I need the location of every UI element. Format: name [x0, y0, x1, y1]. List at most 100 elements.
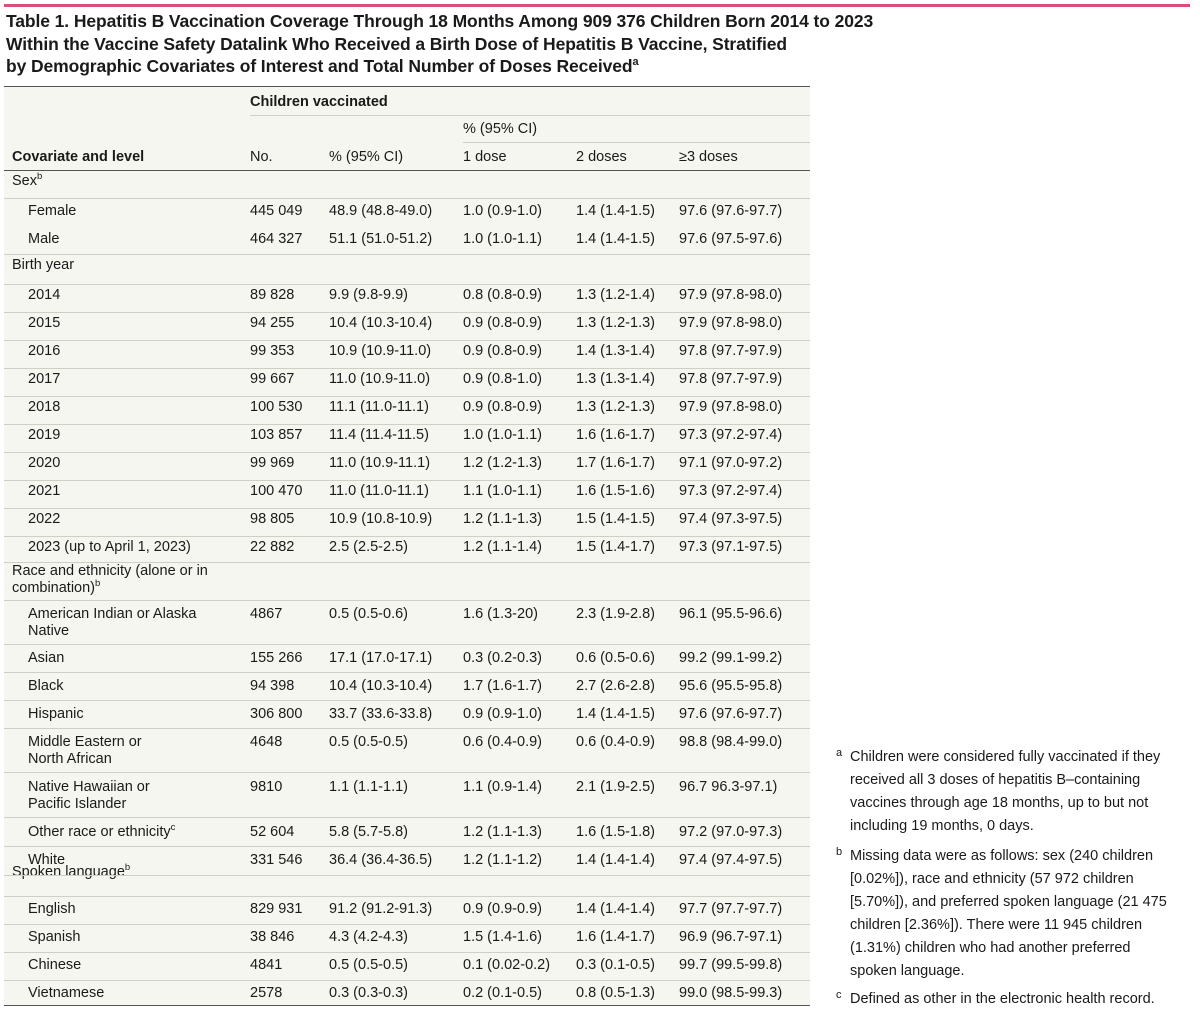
cell-pct: 17.1 (17.0-17.1): [329, 650, 433, 666]
cell-pct: 91.2 (91.2-91.3): [329, 901, 433, 917]
cell-pct: 0.5 (0.5-0.5): [329, 957, 408, 973]
cell-d3: 97.8 (97.7-97.9): [679, 371, 783, 387]
row-divider: [4, 817, 810, 818]
cell-no: 94 398: [250, 678, 295, 694]
cell-d1: 1.0 (1.0-1.1): [463, 427, 542, 443]
cell-d3: 97.4 (97.4-97.5): [679, 852, 783, 868]
cell-d3: 97.9 (97.8-98.0): [679, 287, 783, 303]
cell-no: 38 846: [250, 929, 295, 945]
cell-pct: 2.5 (2.5-2.5): [329, 539, 408, 555]
cell-pct: 10.4 (10.3-10.4): [329, 315, 433, 331]
row-divider: [4, 600, 810, 601]
cell-d3: 99.7 (99.5-99.8): [679, 957, 783, 973]
cell-d2: 1.7 (1.6-1.7): [576, 455, 655, 471]
row-divider: [4, 198, 810, 199]
section-sex: Sexb: [12, 171, 43, 189]
row-divider: [4, 480, 810, 481]
row-label: Middle Eastern or North African: [28, 734, 142, 767]
cell-d2: 1.4 (1.3-1.4): [576, 343, 655, 359]
cell-no: 52 604: [250, 824, 295, 840]
cell-pct: 10.9 (10.8-10.9): [329, 511, 433, 527]
row-divider: [4, 254, 810, 255]
cell-d2: 2.3 (1.9-2.8): [576, 606, 655, 622]
footnote-a: a Children were considered fully vaccinat…: [836, 747, 1161, 834]
row-divider: [4, 728, 810, 729]
cell-d1: 1.1 (1.0-1.1): [463, 483, 542, 499]
cell-d1: 0.9 (0.8-0.9): [463, 399, 542, 415]
cell-pct: 10.9 (10.9-11.0): [329, 343, 432, 359]
cell-d3: 97.6 (97.5-97.6): [679, 231, 783, 247]
cell-d1: 0.8 (0.8-0.9): [463, 287, 542, 303]
row-divider: [4, 536, 810, 537]
cell-no: 9810: [250, 779, 283, 795]
row-divider: [4, 562, 810, 563]
cell-no: 445 049: [250, 203, 303, 219]
row-label: Hispanic: [28, 706, 84, 722]
cell-pct: 4.3 (4.2-4.3): [329, 929, 408, 945]
header-2doses: 2 doses: [576, 149, 627, 165]
row-divider: [4, 340, 810, 341]
cell-d3: 96.1 (95.5-96.6): [679, 606, 783, 622]
row-divider: [4, 980, 810, 981]
cell-pct: 33.7 (33.6-33.8): [329, 706, 433, 722]
cell-d3: 97.9 (97.8-98.0): [679, 399, 783, 415]
row-label: Asian: [28, 650, 65, 666]
cell-d3: 97.2 (97.0-97.3): [679, 824, 783, 840]
cell-d3: 96.7 96.3-97.1): [679, 779, 778, 795]
row-label: Black: [28, 678, 64, 694]
cell-d1: 0.9 (0.9-0.9): [463, 901, 542, 917]
cell-d3: 97.1 (97.0-97.2): [679, 455, 783, 471]
cell-d1: 0.9 (0.8-1.0): [463, 371, 542, 387]
cell-no: 103 857: [250, 427, 303, 443]
cell-d3: 95.6 (95.5-95.8): [679, 678, 783, 694]
cell-pct: 0.5 (0.5-0.6): [329, 606, 408, 622]
row-divider: [4, 312, 810, 313]
cell-pct: 5.8 (5.7-5.8): [329, 824, 408, 840]
cell-pct: 11.0 (10.9-11.1): [329, 455, 431, 471]
cell-pct: 11.1 (11.0-11.1): [329, 399, 429, 415]
cell-d1: 0.9 (0.8-0.9): [463, 343, 542, 359]
header-1dose: 1 dose: [463, 149, 507, 165]
cell-pct: 1.1 (1.1-1.1): [329, 779, 408, 795]
cell-no: 99 667: [250, 371, 295, 387]
cell-no: 2578: [250, 985, 283, 1001]
row-label: English: [28, 901, 76, 917]
cell-d2: 1.6 (1.6-1.7): [576, 427, 655, 443]
cell-d1: 1.5 (1.4-1.6): [463, 929, 542, 945]
table-bottom-rule: [4, 1005, 810, 1006]
header-pct-ci-group: % (95% CI): [463, 121, 538, 137]
cell-d1: 1.2 (1.1-1.2): [463, 852, 542, 868]
cell-d2: 1.4 (1.4-1.5): [576, 231, 655, 247]
cell-no: 4648: [250, 734, 283, 750]
cell-d3: 97.3 (97.2-97.4): [679, 483, 783, 499]
cell-no: 94 255: [250, 315, 295, 331]
section-race-ethnicity: Race and ethnicity (alone or in combinat…: [12, 563, 208, 596]
row-divider: [4, 772, 810, 773]
cell-d3: 97.9 (97.8-98.0): [679, 315, 783, 331]
cell-pct: 0.3 (0.3-0.3): [329, 985, 408, 1001]
row-label: Spanish: [28, 929, 81, 945]
footnote-b: b Missing data were as follows: sex (240 …: [836, 846, 1167, 979]
cell-d1: 1.2 (1.1-1.4): [463, 539, 542, 555]
cell-pct: 10.4 (10.3-10.4): [329, 678, 433, 694]
row-label: 2023 (up to April 1, 2023): [28, 539, 191, 555]
title-accent-bar: [4, 4, 1190, 7]
cell-d2: 1.6 (1.5-1.6): [576, 483, 655, 499]
cell-pct: 0.5 (0.5-0.5): [329, 734, 408, 750]
cell-d3: 97.4 (97.3-97.5): [679, 511, 783, 527]
cell-d2: 1.4 (1.4-1.5): [576, 203, 655, 219]
row-label: Native Hawaiian or Pacific Islander: [28, 779, 150, 812]
table-top-rule: [4, 86, 810, 87]
cell-no: 100 530: [250, 399, 303, 415]
cell-d3: 96.9 (96.7-97.1): [679, 929, 783, 945]
row-label: White: [28, 852, 66, 868]
row-label: Other race or ethnicityc: [28, 822, 176, 840]
cell-d3: 97.8 (97.7-97.9): [679, 343, 783, 359]
cell-d3: 97.7 (97.7-97.7): [679, 901, 783, 917]
cell-d3: 97.6 (97.6-97.7): [679, 706, 783, 722]
cell-d1: 0.3 (0.2-0.3): [463, 650, 542, 666]
cell-no: 155 266: [250, 650, 303, 666]
cell-pct: 36.4 (36.4-36.5): [329, 852, 433, 868]
header-pct: % (95% CI): [329, 149, 404, 165]
cell-d1: 0.9 (0.9-1.0): [463, 706, 542, 722]
